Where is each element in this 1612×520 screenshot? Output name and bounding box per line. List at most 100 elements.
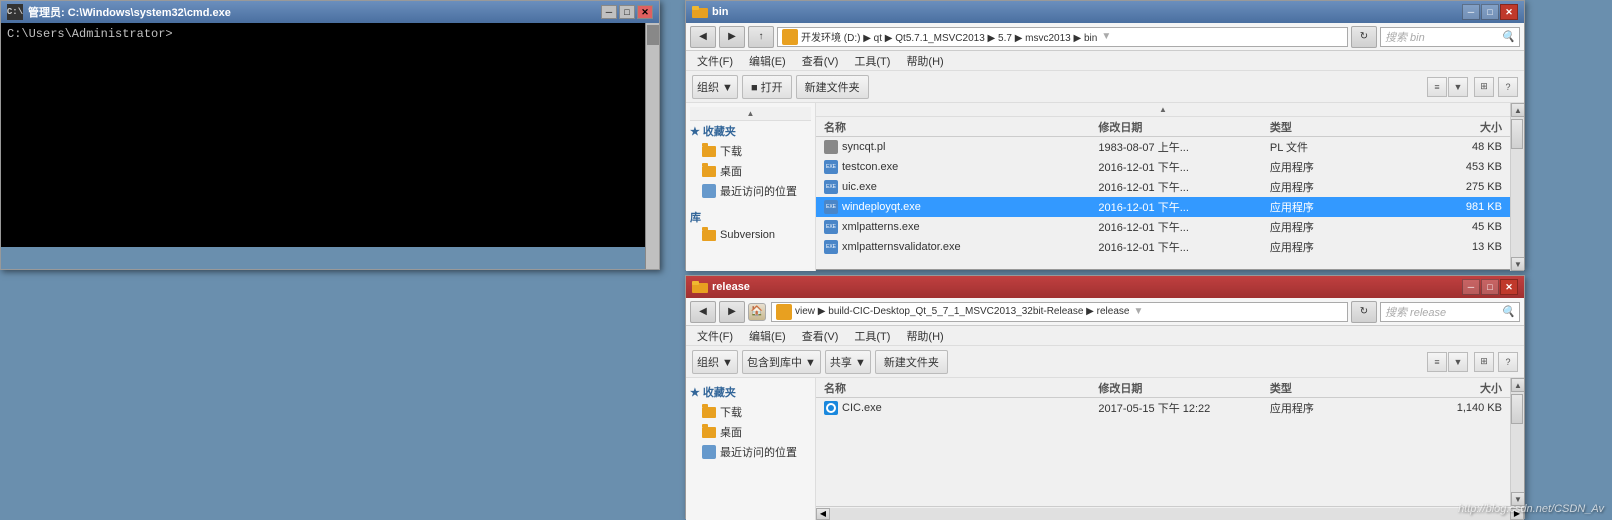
explorer2-downloads-folder-icon xyxy=(702,407,716,418)
explorer1-sidebar-downloads[interactable]: 下载 xyxy=(690,141,811,161)
explorer1-scroll-track[interactable] xyxy=(1511,117,1524,257)
explorer2-view-toggle-btn[interactable]: ▼ xyxy=(1448,352,1468,372)
explorer2-scroll-thumb[interactable] xyxy=(1511,394,1523,424)
explorer2-hscroll-right-btn[interactable]: ▶ xyxy=(1510,508,1524,520)
cmd-window[interactable]: C:\ 管理员: C:\Windows\system32\cmd.exe ─ □… xyxy=(0,0,660,270)
explorer2-back-btn[interactable]: ◀ xyxy=(690,301,716,323)
explorer2-menu-tools[interactable]: 工具(T) xyxy=(847,326,897,346)
explorer2-dropdown-arrow[interactable]: ▼ xyxy=(1133,306,1143,317)
explorer2-menu-edit[interactable]: 编辑(E) xyxy=(742,326,793,346)
explorer2-hscroll-left-btn[interactable]: ◀ xyxy=(816,508,830,520)
explorer2-maximize-btn[interactable]: □ xyxy=(1481,279,1499,295)
table-row[interactable]: testcon.exe 2016-12-01 下午... 应用程序 453 KB xyxy=(816,157,1510,177)
explorer2-sidebar-downloads[interactable]: 下载 xyxy=(690,402,811,422)
explorer2-col-type[interactable]: 类型 xyxy=(1266,380,1403,396)
explorer1-menu-file[interactable]: 文件(F) xyxy=(690,51,740,71)
explorer1-scroll-down-btn[interactable]: ▼ xyxy=(1511,257,1524,271)
explorer2-sidebar-recent[interactable]: 最近访问的位置 xyxy=(690,442,811,462)
explorer1-up-btn[interactable]: ↑ xyxy=(748,26,774,48)
explorer2-search-box[interactable]: 搜索 release 🔍 xyxy=(1380,302,1520,322)
explorer2-favorites-header[interactable]: ★ 收藏夹 xyxy=(690,382,811,402)
explorer1-details-btn[interactable]: ⊞ xyxy=(1474,77,1494,97)
explorer1-minimize-btn[interactable]: ─ xyxy=(1462,4,1480,20)
explorer2-sidebar-desktop[interactable]: 桌面 xyxy=(690,422,811,442)
explorer2-col-name[interactable]: 名称 xyxy=(820,380,1094,396)
explorer2-include-lib-btn[interactable]: 包含到库中 ▼ xyxy=(742,350,821,374)
explorer2-col-date[interactable]: 修改日期 xyxy=(1094,380,1266,396)
explorer2-help-btn[interactable]: ? xyxy=(1498,352,1518,372)
explorer1-new-folder-btn[interactable]: 新建文件夹 xyxy=(796,75,869,99)
explorer2-vscrollbar[interactable]: ▲ ▼ xyxy=(1510,378,1524,506)
explorer1-view-list-btn[interactable]: ≡ xyxy=(1427,77,1447,97)
explorer1-address-path[interactable]: 开发环境 (D:) ▶ qt ▶ Qt5.7.1_MSVC2013 ▶ 5.7 … xyxy=(777,27,1348,47)
explorer2-menu-view[interactable]: 查看(V) xyxy=(795,326,846,346)
table-row[interactable]: uic.exe 2016-12-01 下午... 应用程序 275 KB xyxy=(816,177,1510,197)
explorer1-col-name[interactable]: 名称 xyxy=(820,119,1094,135)
cmd-scroll-thumb[interactable] xyxy=(647,25,659,45)
explorer2-refresh-btn[interactable]: ↻ xyxy=(1351,301,1377,323)
explorer2-details-btn[interactable]: ⊞ xyxy=(1474,352,1494,372)
explorer1-menu-edit[interactable]: 编辑(E) xyxy=(742,51,793,71)
explorer1-menu-help[interactable]: 帮助(H) xyxy=(899,51,950,71)
explorer2-file-date-0: 2017-05-15 下午 12:22 xyxy=(1094,400,1266,416)
cmd-minimize-btn[interactable]: ─ xyxy=(601,5,617,19)
explorer2-home-btn[interactable]: 🏠 xyxy=(748,303,766,321)
explorer2-menu-file[interactable]: 文件(F) xyxy=(690,326,740,346)
explorer1-back-btn[interactable]: ◀ xyxy=(690,26,716,48)
explorer2-menu-help[interactable]: 帮助(H) xyxy=(899,326,950,346)
explorer1-close-btn[interactable]: ✕ xyxy=(1500,4,1518,20)
explorer2-forward-btn[interactable]: ▶ xyxy=(719,301,745,323)
explorer1-view-toggle-btn[interactable]: ▼ xyxy=(1448,77,1468,97)
explorer1-col-size[interactable]: 大小 xyxy=(1403,119,1506,135)
cmd-scrollbar[interactable] xyxy=(645,23,659,269)
explorer2-view-list-btn[interactable]: ≡ xyxy=(1427,352,1447,372)
explorer1-sidebar-recent[interactable]: 最近访问的位置 xyxy=(690,181,811,201)
explorer1-file-scroll-up[interactable]: ▲ xyxy=(816,103,1510,117)
explorer2-new-folder-btn[interactable]: 新建文件夹 xyxy=(875,350,948,374)
explorer1-favorites-header[interactable]: ★ 收藏夹 xyxy=(690,121,811,141)
table-row[interactable]: windeployqt.exe 2016-12-01 下午... 应用程序 98… xyxy=(816,197,1510,217)
explorer2-col-size[interactable]: 大小 xyxy=(1403,380,1506,396)
explorer2-scroll-up-btn[interactable]: ▲ xyxy=(1511,378,1524,392)
explorer-window-2[interactable]: release ─ □ ✕ ◀ ▶ 🏠 view ▶ build-CIC-Des… xyxy=(685,275,1525,519)
explorer2-scroll-down-btn[interactable]: ▼ xyxy=(1511,492,1524,506)
explorer1-help-btn[interactable]: ? xyxy=(1498,77,1518,97)
explorer2-close-btn[interactable]: ✕ xyxy=(1500,279,1518,295)
explorer1-sidebar-scroll-up[interactable]: ▲ xyxy=(690,107,811,121)
explorer2-search-icon[interactable]: 🔍 xyxy=(1501,305,1515,318)
explorer1-sidebar-subversion[interactable]: Subversion xyxy=(690,227,811,243)
explorer2-file-size-0: 1,140 KB xyxy=(1403,402,1506,414)
explorer2-organize-btn[interactable]: 组织 ▼ xyxy=(692,350,738,374)
explorer-window-1[interactable]: bin ─ □ ✕ ◀ ▶ ↑ 开发环境 (D:) ▶ qt ▶ Qt5.7.1… xyxy=(685,0,1525,270)
explorer1-forward-btn[interactable]: ▶ xyxy=(719,26,745,48)
explorer1-menu-tools[interactable]: 工具(T) xyxy=(847,51,897,71)
table-row[interactable]: xmlpatterns.exe 2016-12-01 下午... 应用程序 45… xyxy=(816,217,1510,237)
explorer1-search-icon[interactable]: 🔍 xyxy=(1501,30,1515,43)
explorer2-minimize-btn[interactable]: ─ xyxy=(1462,279,1480,295)
explorer2-file-icon-0 xyxy=(824,401,838,415)
explorer1-search-box[interactable]: 搜索 bin 🔍 xyxy=(1380,27,1520,47)
explorer1-sidebar-desktop[interactable]: 桌面 xyxy=(690,161,811,181)
explorer1-vscrollbar[interactable]: ▲ ▼ xyxy=(1510,103,1524,271)
cmd-close-btn[interactable]: ✕ xyxy=(637,5,653,19)
explorer1-dropdown-arrow[interactable]: ▼ xyxy=(1101,31,1111,42)
explorer1-maximize-btn[interactable]: □ xyxy=(1481,4,1499,20)
explorer1-organize-btn[interactable]: 组织 ▼ xyxy=(692,75,738,99)
explorer1-col-type[interactable]: 类型 xyxy=(1266,119,1403,135)
cmd-maximize-btn[interactable]: □ xyxy=(619,5,635,19)
table-row[interactable]: CIC.exe 2017-05-15 下午 12:22 应用程序 1,140 K… xyxy=(816,398,1510,418)
explorer2-scroll-track[interactable] xyxy=(1511,392,1524,492)
explorer1-lib-header[interactable]: 库 xyxy=(690,207,811,227)
explorer2-address-path[interactable]: view ▶ build-CIC-Desktop_Qt_5_7_1_MSVC20… xyxy=(771,302,1348,322)
explorer2-share-btn[interactable]: 共享 ▼ xyxy=(825,350,871,374)
explorer1-open-btn[interactable]: ■ 打开 xyxy=(742,75,792,99)
explorer1-scroll-thumb[interactable] xyxy=(1511,119,1523,149)
table-row[interactable]: syncqt.pl 1983-08-07 上午... PL 文件 48 KB xyxy=(816,137,1510,157)
table-row[interactable]: xmlpatternsvalidator.exe 2016-12-01 下午..… xyxy=(816,237,1510,257)
explorer1-menu-view[interactable]: 查看(V) xyxy=(795,51,846,71)
explorer2-hscrollbar[interactable]: ◀ ▶ xyxy=(816,506,1524,520)
explorer1-refresh-btn[interactable]: ↻ xyxy=(1351,26,1377,48)
explorer1-col-date[interactable]: 修改日期 xyxy=(1094,119,1266,135)
explorer2-hscroll-track[interactable] xyxy=(830,508,1510,520)
explorer1-scroll-up-btn[interactable]: ▲ xyxy=(1511,103,1524,117)
